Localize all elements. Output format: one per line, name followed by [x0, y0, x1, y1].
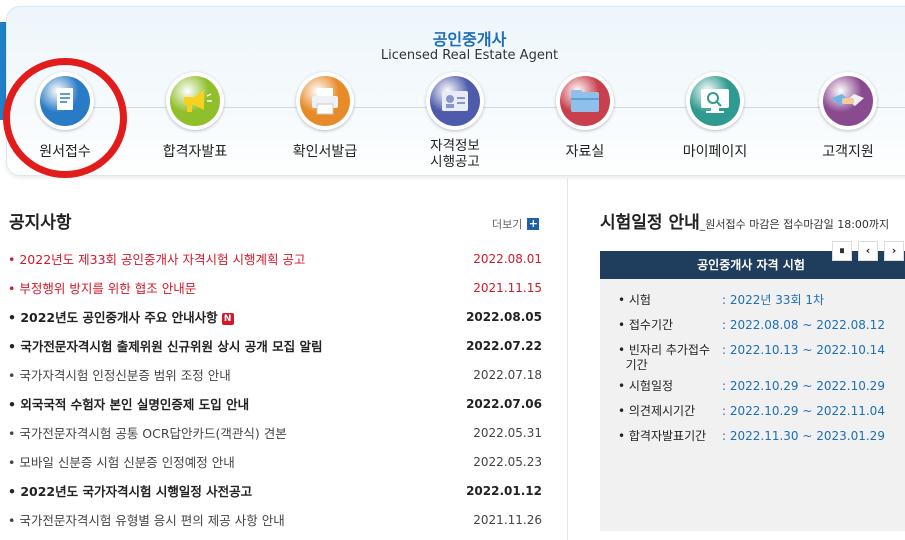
folder-icon — [571, 90, 599, 112]
notice-date: 2021.11.15 — [473, 280, 542, 295]
schedule-box: 공인중개사 자격 시험 • 시험: 2022년 33회 1차 • 접수기간: 20… — [600, 251, 905, 531]
schedule-key: • 접수기간 — [618, 318, 674, 332]
more-button[interactable]: 더보기 + — [492, 216, 540, 232]
notice-text: • 외국국적 수험자 본인 실명인증제 도입 안내 — [8, 397, 250, 412]
service-printer[interactable]: 확인서발급 — [270, 72, 380, 172]
notice-date: 2022.07.06 — [466, 396, 542, 411]
notice-item[interactable]: • 모바일 신분증 시험 신분증 인정예정 안내 2022.05.23 — [8, 447, 542, 476]
schedule-row: • 시험일정 : 2022.10.29 ~ 2022.10.29 — [618, 379, 905, 404]
schedule-title: 시험일정 안내_원서접수 마감은 접수마감일 18:00까지 — [600, 208, 889, 233]
notice-text: • 2022년도 제33회 공인중개사 자격시험 시행계획 공고 — [8, 252, 306, 267]
plus-icon: + — [527, 217, 540, 230]
schedule-list: • 시험 : 2022년 33회 1차 • 접수기간 : 2022.08.08 ~ 2… — [618, 293, 905, 454]
id-card-icon — [442, 91, 468, 111]
service-circle — [426, 72, 484, 130]
service-circle — [166, 72, 224, 130]
schedule-key: • 빈자리 추가접수 기간 — [618, 343, 710, 372]
schedule-value: : 2022.08.08 ~ 2022.08.12 — [722, 318, 885, 332]
schedule-value: : 2022.10.13 ~ 2022.10.14 — [722, 343, 885, 357]
notice-item[interactable]: • 외국국적 수험자 본인 실명인증제 도입 안내 2022.07.06 — [8, 389, 542, 418]
notice-text: • 국가전문자격시험 공통 OCR답안카드(객관식) 견본 — [8, 426, 287, 441]
notice-text: • 2022년도 국가자격시험 시행일정 사전공고 — [8, 484, 253, 499]
service-circle — [686, 72, 744, 130]
schedule-key: • 시험 — [618, 293, 651, 307]
notice-item[interactable]: • 국가전문자격시험 출제위원 신규위원 상시 공개 모집 알림 2022.07.… — [8, 331, 542, 360]
schedule-title-text: 시험일정 안내 — [600, 213, 700, 233]
service-document[interactable]: 원서접수 — [10, 72, 120, 172]
notice-date: 2022.05.31 — [473, 425, 542, 440]
notice-date: 2022.07.22 — [466, 338, 542, 353]
notice-date: 2021.11.26 — [473, 512, 542, 527]
notice-text: • 국가전문자격시험 출제위원 신규위원 상시 공개 모집 알림 — [8, 339, 323, 354]
service-circle — [36, 72, 94, 130]
pause-button[interactable]: ⏸ — [832, 241, 852, 261]
schedule-value: : 2022.11.30 ~ 2023.01.29 — [722, 429, 885, 443]
notice-item[interactable]: • 국가자격시험 인정신분증 범위 조정 안내 2022.07.18 — [8, 360, 542, 389]
notice-text: • 2022년도 공인중개사 주요 안내사항 N — [8, 307, 452, 326]
more-label: 더보기 — [492, 218, 523, 231]
service-label: 확인서발급 — [292, 144, 358, 160]
printer-icon — [312, 88, 338, 115]
notice-item[interactable]: • 국가전문자격시험 공통 OCR답안카드(객관식) 견본 2022.05.31 — [8, 418, 542, 447]
notice-title: 공지사항 — [9, 213, 72, 233]
notice-item[interactable]: • 2022년도 공인중개사 주요 안내사항 N 2022.08.05 — [8, 302, 542, 331]
schedule-note: _원서접수 마감은 접수마감일 18:00까지 — [699, 218, 890, 231]
schedule-row: • 빈자리 추가접수 기간 : 2022.10.13 ~ 2022.10.14 — [618, 343, 905, 379]
monitor-icon — [701, 89, 729, 113]
service-id-card[interactable]: 자격정보 시행공고 — [400, 72, 510, 172]
service-label: 합격자발표 — [162, 144, 228, 160]
handshake-icon — [832, 94, 864, 106]
panel-title: 공인중개사 — [432, 30, 507, 49]
notice-item[interactable]: • 국가전문자격시험 유형별 응시 편의 제공 사항 안내 2021.11.26 — [8, 505, 542, 534]
next-button[interactable]: › — [884, 241, 904, 261]
service-folder[interactable]: 자료실 — [530, 72, 640, 172]
schedule-value: : 2022년 33회 1차 — [722, 293, 825, 307]
service-handshake[interactable]: 고객지원 — [793, 72, 903, 172]
new-badge: N — [221, 312, 234, 325]
notice-date: 2022.05.23 — [473, 454, 542, 469]
notice-text: • 모바일 신분증 시험 신분증 인정예정 안내 — [8, 455, 235, 470]
megaphone-icon — [184, 90, 212, 112]
schedule-key: • 시험일정 — [618, 379, 674, 393]
notice-date: 2022.08.01 — [473, 251, 542, 266]
service-label: 고객지원 — [822, 144, 874, 160]
notice-date: 2022.07.18 — [473, 367, 542, 382]
schedule-row: • 합격자발표기간 : 2022.11.30 ~ 2023.01.29 — [618, 429, 905, 454]
notice-text: • 국가전문자격시험 유형별 응시 편의 제공 사항 안내 — [8, 513, 285, 528]
column-divider — [567, 178, 568, 540]
service-circle — [296, 72, 354, 130]
notice-item[interactable]: • 부정행위 방지를 위한 협조 안내문 2021.11.15 — [8, 273, 542, 302]
schedule-value: : 2022.10.29 ~ 2022.11.04 — [722, 404, 885, 418]
service-label: 자료실 — [565, 144, 605, 160]
service-label: 자격정보 시행공고 — [430, 138, 480, 170]
service-megaphone[interactable]: 합격자발표 — [140, 72, 250, 172]
service-label: 마이페이지 — [682, 144, 748, 160]
schedule-row: • 의견제시기간 : 2022.10.29 ~ 2022.11.04 — [618, 404, 905, 429]
document-icon — [57, 88, 73, 110]
notice-item[interactable]: • 2022년도 제33회 공인중개사 자격시험 시행계획 공고 2022.08.… — [8, 244, 542, 273]
notice-date: 2022.08.05 — [466, 309, 542, 324]
schedule-value: : 2022.10.29 ~ 2022.10.29 — [722, 379, 885, 393]
notice-text: • 부정행위 방지를 위한 협조 안내문 — [8, 281, 197, 296]
service-circle — [819, 72, 877, 130]
service-monitor[interactable]: 마이페이지 — [660, 72, 770, 172]
notice-item[interactable]: • 2022년도 국가자격시험 시행일정 사전공고 2022.01.12 — [8, 476, 542, 505]
schedule-key: • 의견제시기간 — [618, 404, 696, 418]
schedule-row: • 접수기간 : 2022.08.08 ~ 2022.08.12 — [618, 318, 905, 343]
service-circle — [556, 72, 614, 130]
prev-button[interactable]: ‹ — [858, 241, 878, 261]
schedule-key: • 합격자발표기간 — [618, 429, 707, 443]
schedule-row: • 시험 : 2022년 33회 1차 — [618, 293, 905, 318]
notice-date: 2022.01.12 — [466, 483, 542, 498]
service-label: 원서접수 — [39, 144, 91, 160]
notice-list: • 2022년도 제33회 공인중개사 자격시험 시행계획 공고 2022.08.… — [8, 244, 542, 534]
notice-text: • 국가자격시험 인정신분증 범위 조정 안내 — [8, 368, 231, 383]
panel-subtitle: Licensed Real Estate Agent — [380, 48, 559, 63]
